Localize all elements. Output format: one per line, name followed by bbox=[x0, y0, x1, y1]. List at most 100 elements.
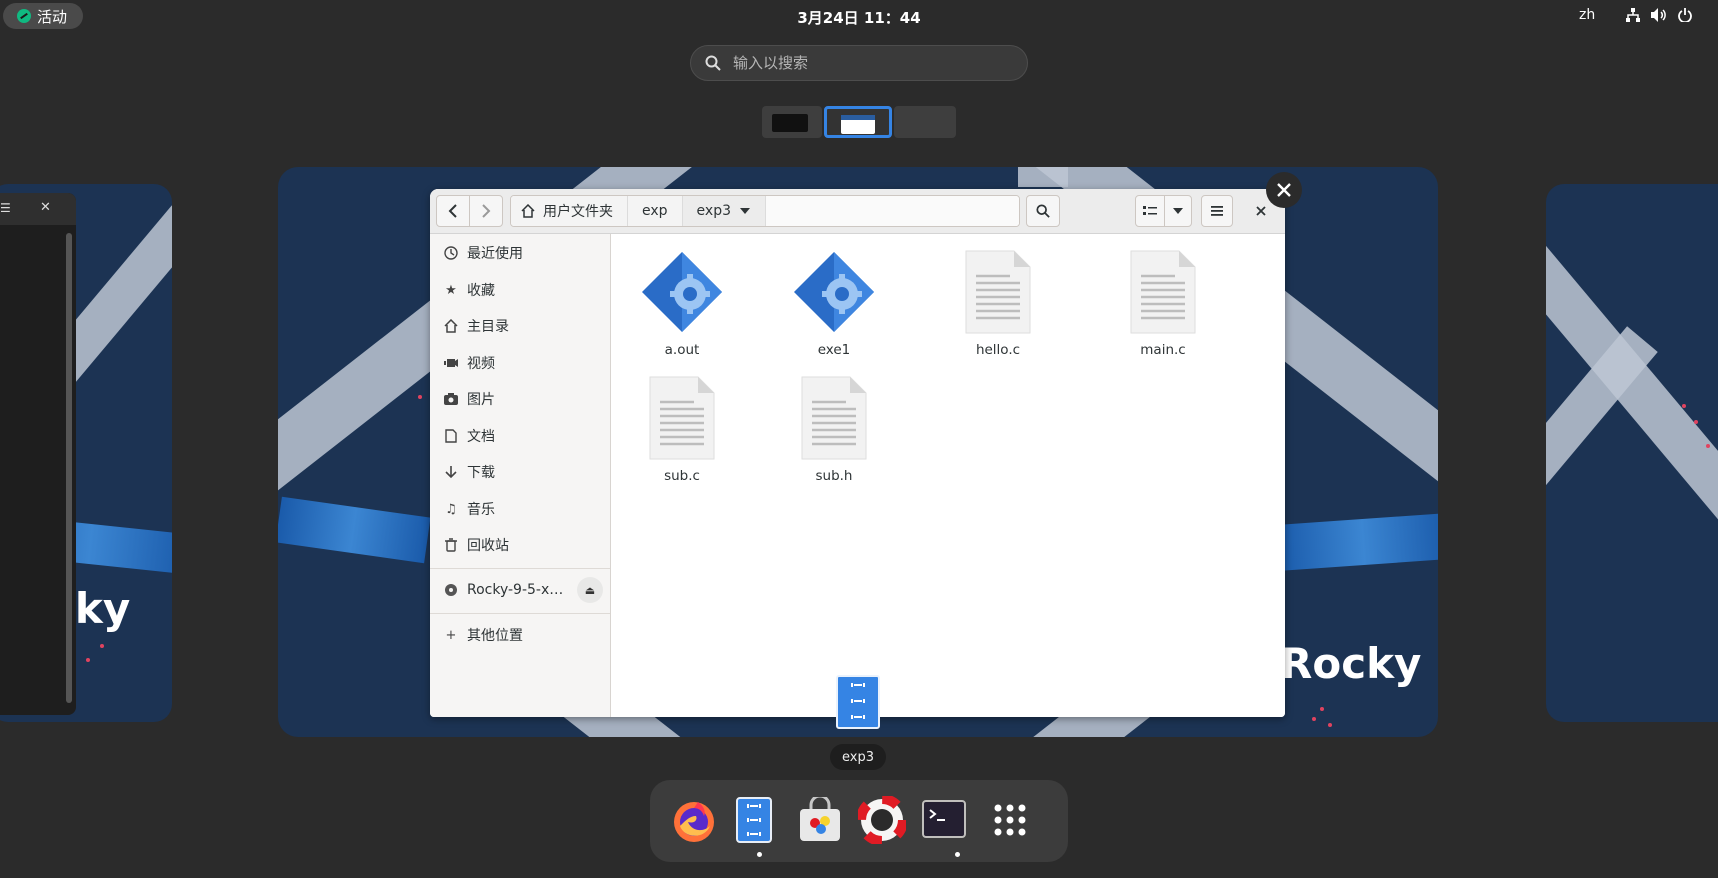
search-icon bbox=[705, 55, 721, 71]
file-name: sub.h bbox=[815, 468, 853, 484]
eject-button[interactable]: ⏏ bbox=[577, 577, 603, 603]
sidebar-item-starred[interactable]: ★ 收藏 bbox=[430, 272, 610, 308]
sidebar-separator bbox=[430, 613, 610, 614]
search-input[interactable] bbox=[731, 53, 1015, 73]
close-icon bbox=[1277, 183, 1291, 197]
home-icon bbox=[521, 204, 535, 218]
close-window-button[interactable] bbox=[1266, 172, 1302, 208]
file-name: a.out bbox=[664, 342, 700, 358]
window-title-tooltip: exp3 bbox=[830, 744, 886, 770]
sidebar-item-label: 图片 bbox=[467, 392, 495, 408]
sidebar-item-documents[interactable]: 文档 bbox=[430, 418, 610, 454]
window-close-button[interactable] bbox=[1250, 200, 1272, 222]
sidebar-item-label: 最近使用 bbox=[467, 246, 523, 262]
path-crumb-label: 用户文件夹 bbox=[543, 204, 613, 220]
sidebar-item-label: 音乐 bbox=[467, 502, 495, 518]
eject-icon: ⏏ bbox=[584, 583, 596, 597]
terminal-window-preview[interactable]: ☰ ✕ bbox=[0, 193, 76, 715]
wallpaper-logo-text: Rocky bbox=[1280, 639, 1422, 688]
forward-button[interactable] bbox=[469, 195, 503, 227]
path-crumb-exp3[interactable]: exp3 bbox=[682, 196, 766, 226]
file-name: main.c bbox=[1140, 342, 1186, 358]
help-icon bbox=[858, 796, 906, 844]
header-bar: 用户文件夹 exp exp3 bbox=[430, 189, 1285, 234]
dock-item-software[interactable] bbox=[794, 794, 846, 846]
top-bar: 活动 3月24日 11：44 zh bbox=[0, 0, 1718, 32]
star-icon: ★ bbox=[445, 282, 457, 298]
sidebar-item-downloads[interactable]: 下载 bbox=[430, 454, 610, 490]
sidebar-separator bbox=[430, 568, 610, 569]
chevron-left-icon bbox=[448, 204, 457, 218]
dock-item-terminal[interactable] bbox=[918, 794, 970, 846]
file-item[interactable]: hello.c bbox=[933, 250, 1063, 358]
system-tray[interactable] bbox=[1625, 7, 1693, 23]
path-bar-empty bbox=[766, 196, 1019, 226]
power-icon[interactable] bbox=[1677, 7, 1693, 23]
file-item[interactable]: sub.h bbox=[769, 376, 899, 484]
files-icon bbox=[736, 797, 772, 843]
sidebar-item-label: 收藏 bbox=[467, 283, 495, 299]
sidebar-item-videos[interactable]: 视频 bbox=[430, 345, 610, 381]
home-icon bbox=[443, 318, 459, 334]
path-crumb-label: exp bbox=[642, 203, 668, 219]
dock-item-app-grid[interactable] bbox=[984, 794, 1036, 846]
chevron-right-icon bbox=[482, 204, 491, 218]
disc-icon bbox=[443, 582, 459, 598]
main-menu-button[interactable] bbox=[1201, 195, 1233, 227]
sidebar-item-pictures[interactable]: 图片 bbox=[430, 381, 610, 417]
app-grid-icon bbox=[994, 804, 1026, 836]
plus-icon: + bbox=[445, 627, 457, 643]
search-icon bbox=[1036, 204, 1050, 218]
sidebar-item-recent[interactable]: 最近使用 bbox=[430, 235, 610, 271]
software-icon bbox=[800, 797, 840, 841]
workspace-thumbnail-2[interactable] bbox=[824, 106, 892, 138]
sidebar-item-label: 主目录 bbox=[467, 319, 509, 335]
sidebar-item-other-locations[interactable]: + 其他位置 bbox=[430, 617, 610, 653]
file-name: sub.c bbox=[664, 468, 700, 484]
file-item[interactable]: a.out bbox=[617, 250, 747, 358]
files-window[interactable]: 用户文件夹 exp exp3 最近使用 ★ 收藏 主目录 视频 图片 文档 下载… bbox=[430, 189, 1285, 717]
volume-icon[interactable] bbox=[1651, 7, 1667, 23]
dock-item-files[interactable] bbox=[728, 794, 780, 846]
file-view[interactable]: a.out exe1 hello.c main.c sub.c sub.h bbox=[611, 234, 1285, 717]
list-view-icon bbox=[1143, 206, 1157, 215]
path-crumb-label: exp3 bbox=[696, 203, 731, 219]
file-name: exe1 bbox=[817, 342, 851, 358]
window-app-icon bbox=[836, 675, 880, 731]
clock-icon bbox=[443, 245, 459, 261]
sidebar-item-label: 文档 bbox=[467, 429, 495, 445]
close-icon bbox=[1256, 206, 1266, 216]
dock bbox=[650, 780, 1068, 862]
terminal-icon bbox=[922, 800, 966, 838]
back-button[interactable] bbox=[436, 195, 470, 227]
sidebar-item-home[interactable]: 主目录 bbox=[430, 308, 610, 344]
network-icon[interactable] bbox=[1625, 7, 1641, 23]
download-icon bbox=[443, 464, 459, 480]
dock-item-firefox[interactable] bbox=[668, 794, 720, 846]
search-button[interactable] bbox=[1026, 195, 1060, 227]
file-item[interactable]: exe1 bbox=[769, 250, 899, 358]
text-file-icon bbox=[649, 376, 715, 460]
sidebar-item-label: Rocky-9-5-x… bbox=[467, 582, 564, 598]
file-item[interactable]: sub.c bbox=[617, 376, 747, 484]
sidebar-item-label: 回收站 bbox=[467, 538, 509, 554]
workspace-thumbnail-3[interactable] bbox=[894, 106, 956, 138]
workspace-preview-right[interactable] bbox=[1546, 184, 1718, 722]
path-crumb-home[interactable]: 用户文件夹 bbox=[511, 196, 628, 226]
sidebar-item-trash[interactable]: 回收站 bbox=[430, 527, 610, 563]
path-crumb-exp[interactable]: exp bbox=[628, 196, 683, 226]
file-item[interactable]: main.c bbox=[1098, 250, 1228, 358]
document-icon bbox=[443, 428, 459, 444]
sidebar-item-music[interactable]: ♫ 音乐 bbox=[430, 491, 610, 527]
text-file-icon bbox=[801, 376, 867, 460]
view-toggle-button[interactable] bbox=[1135, 195, 1165, 227]
view-options-button[interactable] bbox=[1164, 195, 1192, 227]
input-method-indicator[interactable]: zh bbox=[1579, 7, 1595, 23]
clock-button[interactable]: 3月24日 11：44 bbox=[0, 7, 1718, 28]
running-indicator bbox=[757, 852, 762, 857]
close-icon: ✕ bbox=[40, 200, 51, 215]
workspace-thumbnail-1[interactable] bbox=[762, 106, 822, 138]
overview-search[interactable] bbox=[690, 45, 1028, 81]
dock-item-help[interactable] bbox=[856, 794, 908, 846]
hamburger-menu-icon bbox=[1211, 206, 1223, 216]
